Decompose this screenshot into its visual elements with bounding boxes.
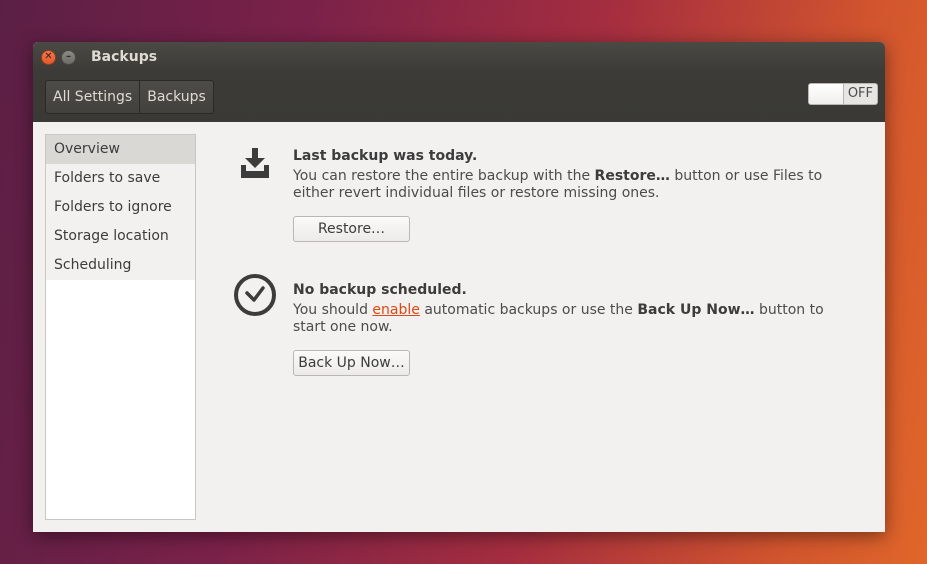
sidebar: Overview Folders to save Folders to igno… (45, 134, 196, 520)
title-bar: ✕ – Backups (33, 42, 885, 72)
breadcrumb: All Settings Backups (45, 80, 214, 114)
minimize-window-button[interactable]: – (61, 49, 76, 65)
all-settings-button[interactable]: All Settings (46, 81, 139, 113)
backups-breadcrumb-button[interactable]: Backups (139, 81, 213, 113)
back-up-now-button[interactable]: Back Up Now… (293, 350, 410, 376)
window-title: Backups (91, 49, 158, 65)
sidebar-item-scheduling[interactable]: Scheduling (46, 251, 195, 280)
backup-toggle-switch[interactable]: OFF (808, 83, 878, 105)
sidebar-item-storage-location[interactable]: Storage location (46, 222, 195, 251)
desc-text: automatic backups or use the (419, 302, 638, 318)
last-backup-heading: Last backup was today. (293, 148, 478, 164)
minimize-icon: – (66, 51, 71, 62)
download-tray-icon (241, 148, 269, 178)
desc-text: You can restore the entire backup with t… (293, 168, 595, 184)
schedule-description: You should enable automatic backups or u… (293, 302, 833, 336)
sidebar-item-folders-to-ignore[interactable]: Folders to ignore (46, 193, 195, 222)
desktop: { "window": { "title": "Backups", "close… (0, 0, 927, 564)
sidebar-item-overview[interactable]: Overview (46, 135, 195, 164)
sidebar-item-folders-to-save[interactable]: Folders to save (46, 164, 195, 193)
header-toolbar: All Settings Backups OFF (33, 72, 885, 122)
toggle-state-label: OFF (847, 86, 873, 101)
desc-bold: Restore… (594, 168, 670, 184)
close-window-button[interactable]: ✕ (41, 49, 56, 65)
desc-bold: Back Up Now… (637, 302, 755, 318)
clock-icon (234, 274, 276, 316)
schedule-heading: No backup scheduled. (293, 282, 467, 298)
last-backup-text: Last backup was today. You can restore t… (293, 148, 833, 242)
overview-panel: Last backup was today. You can restore t… (233, 134, 853, 514)
close-icon: ✕ (44, 51, 53, 62)
sidebar-list: Overview Folders to save Folders to igno… (46, 135, 195, 280)
enable-link[interactable]: enable (372, 302, 419, 318)
backups-window: ✕ – Backups All Settings Backups OFF Ove… (33, 42, 885, 532)
toggle-knob (809, 84, 844, 104)
desc-text: You should (293, 302, 373, 318)
last-backup-description: You can restore the entire backup with t… (293, 168, 833, 202)
schedule-text: No backup scheduled. You should enable a… (293, 282, 833, 376)
restore-button[interactable]: Restore… (293, 216, 410, 242)
